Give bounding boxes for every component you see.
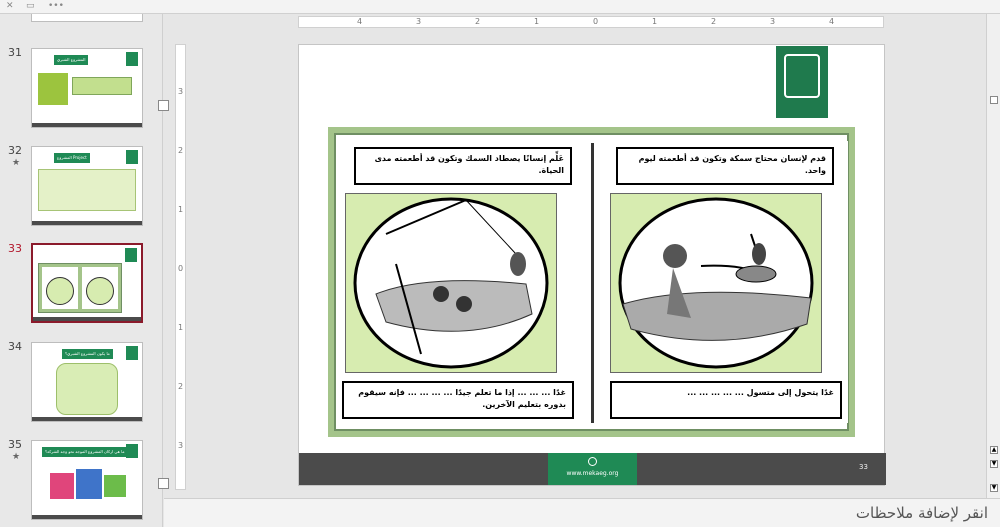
logo-icon — [126, 346, 138, 360]
star-icon: ★ — [12, 452, 21, 462]
ruler-tick-label: 1 — [534, 17, 540, 26]
thumb-footer — [32, 123, 142, 127]
more-icon[interactable]: ••• — [48, 1, 64, 11]
notes-placeholder[interactable]: انقر لإضافة ملاحظات — [856, 504, 988, 522]
slide-footer: www.mekaeg.org 33 — [299, 453, 886, 485]
ruler-tick-label: 3 — [416, 17, 422, 26]
slide-thumbnail-33[interactable] — [31, 243, 143, 323]
ruler-tick-label: 4 — [357, 17, 363, 26]
pane-splitter-handle[interactable] — [158, 100, 169, 111]
thumb-footer — [33, 317, 141, 321]
ruler-tick-label: 4 — [829, 17, 835, 26]
ruler-tick-label: 2 — [475, 17, 481, 26]
right-top-caption[interactable]: قدم لإنسان محتاج سمكة وتكون قد أطعمته لي… — [616, 147, 834, 185]
scroll-next-slide-button[interactable]: ▼ — [990, 460, 998, 468]
ruler-tick-label: 2 — [178, 146, 184, 155]
logo-icon — [126, 444, 138, 458]
thumb-footer — [32, 221, 142, 225]
logo-icon — [125, 248, 137, 262]
slide-number: 33 — [8, 242, 22, 255]
top-toolbar: ✕ ▭ ••• — [0, 0, 1000, 14]
thumb-image — [50, 473, 74, 499]
logo-icon — [126, 52, 138, 66]
slide-thumbnail-30[interactable] — [31, 14, 143, 22]
slide-thumbnail-32[interactable]: المشروع Project — [31, 146, 143, 226]
ruler-tick-label: 1 — [178, 205, 184, 214]
fishing-drawing — [353, 197, 549, 369]
thumb-image — [104, 475, 126, 497]
slide-thumbnail-31[interactable]: المشروع الشبري — [31, 48, 143, 128]
ruler-tick-label: 0 — [593, 17, 599, 26]
vertical-ruler: 3 2 1 0 1 2 3 — [175, 44, 186, 490]
thumb-title: ما يكون المشروع الشبري؟ — [62, 349, 113, 359]
ruler-tick-label: 2 — [178, 382, 184, 391]
globe-icon — [588, 457, 597, 466]
footer-url[interactable]: www.mekaeg.org — [548, 470, 637, 477]
thumb-image — [38, 73, 68, 105]
thumb-textbox — [56, 363, 118, 415]
pane-splitter-handle[interactable] — [158, 478, 169, 489]
close-icon[interactable]: ✕ — [6, 1, 14, 11]
fishing-illustration — [345, 193, 557, 373]
logo-icon — [126, 150, 138, 164]
vertical-scrollbar[interactable]: ▲ ▼ ▼ — [986, 14, 1000, 498]
thumb-footer — [32, 417, 142, 421]
slide-canvas[interactable]: عَلِّم إنسانًا يصطاد السمك وتكون قد أطعم… — [298, 44, 886, 486]
ruler-tick-label: 3 — [178, 441, 184, 450]
star-icon: ★ — [12, 158, 21, 168]
begging-illustration — [610, 193, 822, 373]
horizontal-ruler: 4 3 2 1 0 1 2 3 4 — [298, 16, 884, 28]
notes-pane[interactable]: انقر لإضافة ملاحظات — [164, 498, 1000, 527]
panel-divider — [591, 143, 594, 423]
thumb-textbox — [72, 77, 132, 95]
layout-icon[interactable]: ▭ — [26, 1, 35, 11]
ruler-tick-label: 2 — [711, 17, 717, 26]
scroll-prev-slide-button[interactable]: ▲ — [990, 446, 998, 454]
left-bottom-caption[interactable]: غدًا ... ... ... إذا ما تعلم جيدًا ... .… — [342, 381, 574, 419]
slide-thumbnails-pane: 31 المشروع الشبري 32 ★ المشروع Project 3… — [0, 14, 163, 527]
thumb-footer — [32, 515, 142, 519]
begging-drawing — [618, 197, 814, 369]
thumb-image — [38, 263, 122, 313]
ruler-tick-label: 1 — [652, 17, 658, 26]
right-panel: قدم لإنسان محتاج سمكة وتكون قد أطعمته لي… — [602, 141, 848, 423]
thumb-textbox — [38, 169, 136, 211]
thumb-image — [76, 469, 102, 499]
slide-number: 35 — [8, 438, 22, 451]
thumb-title: المشروع الشبري — [54, 55, 89, 65]
ruler-tick-label: 3 — [178, 87, 184, 96]
ruler-tick-label: 0 — [178, 264, 184, 273]
slide-number: 34 — [8, 340, 22, 353]
comic-frame: عَلِّم إنسانًا يصطاد السمك وتكون قد أطعم… — [328, 127, 855, 437]
slide-page-number: 33 — [859, 463, 868, 471]
thumb-title: ما هي اركان المشروع الموجه نحو وجه الشرك… — [42, 447, 128, 457]
ruler-tick-label: 3 — [770, 17, 776, 26]
slide-thumbnail-35[interactable]: ما هي اركان المشروع الموجه نحو وجه الشرك… — [31, 440, 143, 520]
scroll-down-button[interactable]: ▼ — [990, 484, 998, 492]
left-top-caption[interactable]: عَلِّم إنسانًا يصطاد السمك وتكون قد أطعم… — [354, 147, 572, 185]
slide-thumbnail-34[interactable]: ما يكون المشروع الشبري؟ — [31, 342, 143, 422]
ruler-tick-label: 1 — [178, 323, 184, 332]
slide-number: 32 — [8, 144, 22, 157]
right-bottom-caption[interactable]: غدًا يتحول إلى متسول ... ... ... ... ... — [610, 381, 842, 419]
left-panel: عَلِّم إنسانًا يصطاد السمك وتكون قد أطعم… — [340, 141, 586, 423]
logo-icon — [776, 46, 828, 118]
thumb-title: المشروع Project — [54, 153, 90, 163]
scroll-up-button[interactable] — [990, 96, 998, 104]
slide-number: 31 — [8, 46, 22, 59]
